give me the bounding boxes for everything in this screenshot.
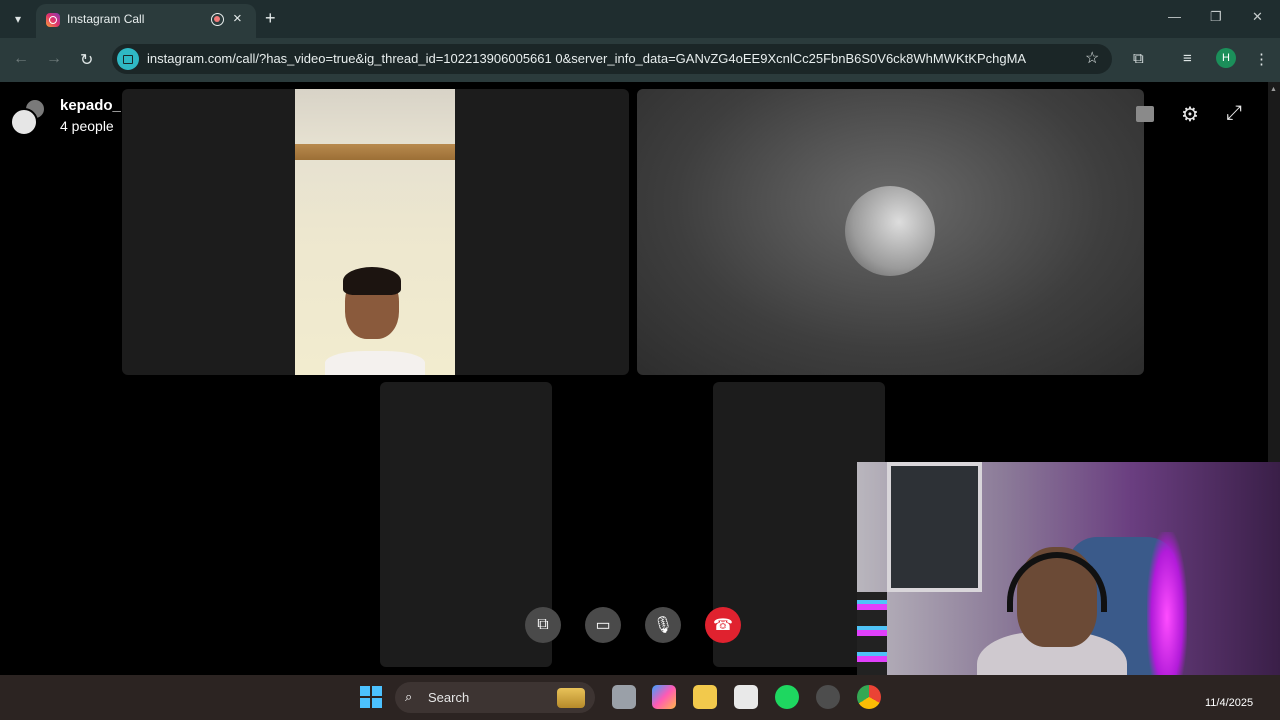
tab-title: Instagram Call	[67, 12, 145, 26]
spotify-icon[interactable]	[775, 685, 799, 709]
video-call-icon[interactable]	[117, 48, 139, 70]
chrome-icon[interactable]	[857, 685, 881, 709]
profile-avatar[interactable]: H	[1216, 48, 1236, 68]
browser-tab-strip: ▾ Instagram Call × + — ❐ ✕	[0, 0, 1280, 38]
new-tab-button[interactable]: +	[265, 8, 276, 29]
streamer-webcam-overlay	[857, 462, 1280, 700]
share-screen-button[interactable]: ⧉	[525, 607, 561, 643]
end-call-button[interactable]: ☎	[705, 607, 741, 643]
url-text[interactable]: instagram.com/call/?has_video=true&ig_th…	[147, 51, 1026, 66]
scroll-up-icon[interactable]: ▲	[1270, 86, 1277, 93]
windows-taskbar: ⌕ Search 11/4/2025	[0, 675, 1280, 720]
search-icon: ⌕	[405, 689, 413, 704]
reload-button[interactable]: ↻	[80, 50, 93, 70]
search-placeholder: Search	[428, 690, 470, 705]
participant-avatar	[845, 186, 935, 276]
participant-count: 4 people	[60, 118, 114, 134]
obs-icon[interactable]	[816, 685, 840, 709]
windows-start-icon[interactable]	[360, 686, 382, 708]
browser-toolbar: ← → ↻ instagram.com/call/?has_video=true…	[0, 38, 1280, 82]
close-tab-button[interactable]: ×	[233, 10, 242, 27]
copilot-icon[interactable]	[652, 685, 676, 709]
search-highlight-icon	[557, 688, 585, 708]
extensions-icon[interactable]: ⧉	[1133, 50, 1144, 67]
forward-button[interactable]: →	[46, 50, 62, 68]
bookmark-star-icon[interactable]: ☆	[1085, 48, 1099, 68]
participant-tile-2[interactable]	[637, 89, 1144, 375]
participant-video	[295, 89, 455, 375]
group-avatar	[10, 98, 48, 136]
address-bar[interactable]: instagram.com/call/?has_video=true&ig_th…	[112, 44, 1112, 74]
media-controls-icon[interactable]: ≡	[1183, 50, 1192, 67]
taskbar-date: 11/4/2025	[1205, 697, 1254, 709]
recording-icon	[211, 13, 224, 26]
microphone-button[interactable]: 🎙	[645, 607, 681, 643]
tab-search-menu-button[interactable]: ▾	[6, 7, 30, 31]
settings-gear-icon[interactable]: ⚙	[1181, 102, 1199, 127]
camera-button[interactable]: ▭	[585, 607, 621, 643]
tab-instagram-call[interactable]: Instagram Call ×	[36, 4, 256, 38]
layout-icon[interactable]	[1136, 106, 1154, 122]
task-view-icon[interactable]	[612, 685, 636, 709]
file-explorer-icon[interactable]	[693, 685, 717, 709]
restore-button[interactable]: ❐	[1210, 9, 1222, 25]
fullscreen-icon[interactable]: ⤢	[1226, 102, 1242, 125]
taskbar-search[interactable]: ⌕ Search	[395, 682, 595, 713]
store-icon[interactable]	[734, 685, 758, 709]
more-menu-icon[interactable]: ⋮	[1254, 50, 1269, 68]
close-window-button[interactable]: ✕	[1252, 9, 1263, 25]
minimize-button[interactable]: —	[1168, 9, 1181, 24]
participant-tile-1[interactable]	[122, 89, 629, 375]
back-button[interactable]: ←	[13, 50, 29, 68]
instagram-icon	[46, 13, 60, 27]
